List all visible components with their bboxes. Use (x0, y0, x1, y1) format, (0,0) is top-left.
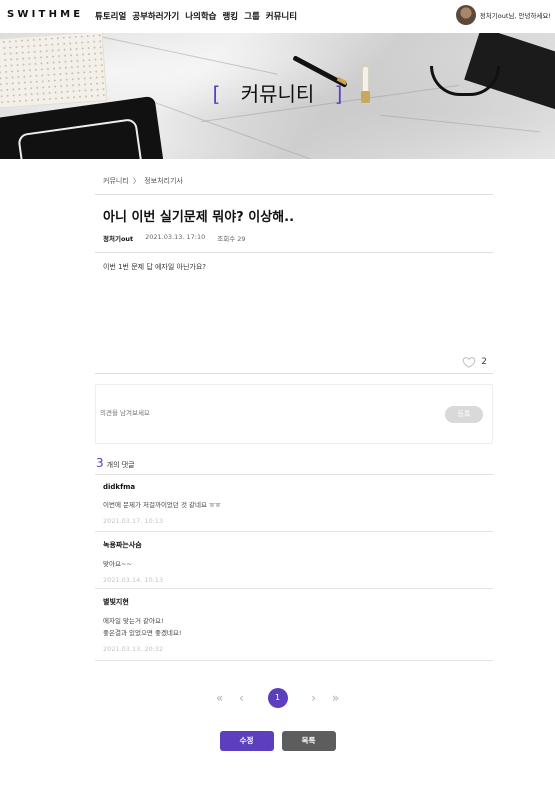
like-count: 2 (481, 357, 487, 367)
nav-item-tutorial[interactable]: 튜토리얼 (95, 10, 126, 22)
community-banner: [ 커뮤니티 ] (0, 33, 555, 159)
top-nav-bar: SWITHME 튜토리얼 공부하러가기 나의학습 랭킹 그룹 커뮤니티 정처기o… (0, 0, 555, 33)
comment-line: 좋은결과 있었으면 좋겠네요! (103, 629, 182, 637)
post-meta: 정처기out 2021.03.13. 17:10 조회수 29 (95, 229, 493, 252)
comment-author[interactable]: didkfma (103, 483, 485, 491)
comment-line: 이번에 문제가 저걸까이었던 것 같네요 ㅠㅠ (103, 501, 221, 509)
comment-text: 이번에 문제가 저걸까이었던 것 같네요 ㅠㅠ (103, 499, 485, 511)
post-author[interactable]: 정처기out (103, 233, 133, 252)
comment-line: 에자일 맞는거 같아요! (103, 617, 164, 625)
bracket-close: ] (334, 82, 343, 106)
heart-icon[interactable] (462, 355, 476, 369)
breadcrumb-separator: 〉 (133, 177, 140, 185)
like-row: 2 (95, 351, 493, 373)
comment-count-row: 3 개의 댓글 (95, 456, 493, 474)
breadcrumb-current[interactable]: 정보처리기사 (144, 177, 183, 185)
post-container: 커뮤니티 〉 정보처리기사 아니 이번 실기문제 뭐야? 이상해.. 정처기ou… (95, 170, 493, 661)
logo[interactable]: SWITHME (7, 9, 83, 20)
nav-item-ranking[interactable]: 랭킹 (222, 10, 238, 22)
comment-item: didkfma 이번에 문제가 저걸까이었던 것 같네요 ㅠㅠ 2021.03.… (95, 474, 493, 531)
last-page-icon[interactable]: » (330, 691, 342, 705)
comment-form: 등록 (95, 384, 493, 444)
divider (95, 373, 493, 374)
main-nav: 튜토리얼 공부하러가기 나의학습 랭킹 그룹 커뮤니티 (95, 10, 297, 22)
comment-count-label: 개의 댓글 (106, 461, 135, 469)
edit-button[interactable]: 수정 (219, 731, 274, 751)
comment-line: 맞아요~~ (103, 560, 132, 568)
comment-input[interactable] (100, 409, 400, 417)
action-buttons: 수정 목록 (0, 731, 555, 751)
post-body: 이번 1번 문제 답 에자일 아닌가요? (103, 263, 207, 271)
comment-count: 3 (96, 456, 104, 470)
prev-page-icon[interactable]: ‹ (236, 691, 248, 705)
page-current[interactable]: 1 (267, 688, 288, 708)
user-menu[interactable]: 정처기out님, 안녕하세요! (455, 5, 551, 25)
first-page-icon[interactable]: « (214, 691, 226, 705)
comment-author[interactable]: 별빛지현 (103, 597, 485, 607)
nav-item-study[interactable]: 공부하러가기 (132, 10, 179, 22)
user-greeting: 정처기out님, 안녕하세요! (479, 12, 551, 20)
comment-date: 2021.03.17. 10:13 (103, 517, 164, 525)
comment-text: 에자일 맞는거 같아요! 좋은결과 있었으면 좋겠네요! (103, 615, 485, 639)
comment-author[interactable]: 녹용짜는사슴 (103, 540, 485, 550)
post-title: 아니 이번 실기문제 뭐야? 이상해.. (103, 210, 295, 225)
comment-submit-button[interactable]: 등록 (445, 406, 483, 423)
nav-item-my-learning[interactable]: 나의학습 (185, 10, 216, 22)
bracket-open: [ (212, 82, 221, 106)
banner-title-text: 커뮤니티 (240, 82, 315, 106)
avatar[interactable] (455, 5, 476, 25)
nav-item-group[interactable]: 그룹 (244, 10, 260, 22)
nav-item-community[interactable]: 커뮤니티 (266, 10, 297, 22)
comment-date: 2021.03.14. 10:13 (103, 576, 164, 584)
comment-item: 별빛지현 에자일 맞는거 같아요! 좋은결과 있었으면 좋겠네요! 2021.0… (95, 588, 493, 661)
comment-date: 2021.03.13. 20:32 (103, 645, 164, 653)
breadcrumb-root[interactable]: 커뮤니티 (103, 177, 129, 185)
comment-text: 맞아요~~ (103, 558, 485, 570)
post-views: 조회수 29 (217, 235, 246, 243)
comment-item: 녹용짜는사슴 맞아요~~ 2021.03.14. 10:13 (95, 531, 493, 588)
pagination: « ‹ 1 › » (0, 688, 555, 708)
next-page-icon[interactable]: › (308, 691, 320, 705)
post-date: 2021.03.13. 17:10 (145, 233, 206, 241)
list-button[interactable]: 목록 (281, 731, 336, 751)
banner-title: [ 커뮤니티 ] (0, 78, 555, 107)
breadcrumb: 커뮤니티 〉 정보처리기사 (95, 170, 493, 194)
